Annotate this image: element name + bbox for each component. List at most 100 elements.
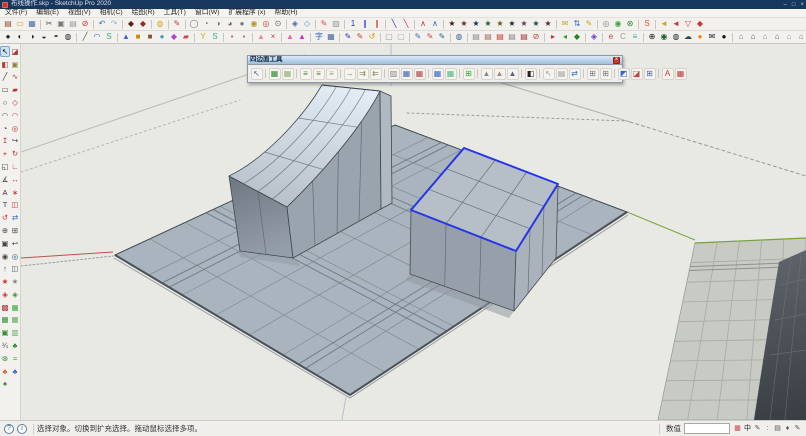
- pencil-red-2[interactable]: ✎: [355, 32, 366, 43]
- ime-pen[interactable]: ✎: [753, 424, 762, 434]
- doc-5[interactable]: ▤: [519, 32, 530, 43]
- dot-orange[interactable]: ●: [695, 32, 706, 43]
- qft-grid-b[interactable]: ⊞: [600, 68, 612, 80]
- previous-view-tool[interactable]: ↩: [10, 238, 20, 249]
- axes-tool[interactable]: ∗: [10, 187, 20, 198]
- window-control-button[interactable]: ×: [800, 2, 804, 8]
- purple-gem[interactable]: ◈: [589, 32, 600, 43]
- y-tool[interactable]: Y: [198, 32, 209, 43]
- open-file[interactable]: ▭: [15, 19, 26, 30]
- ime-punct[interactable]: :: [763, 424, 772, 434]
- info-black[interactable]: ●: [719, 32, 730, 43]
- paint-bucket[interactable]: ◧: [0, 59, 10, 70]
- text-tool[interactable]: A: [0, 187, 10, 198]
- solid-3[interactable]: ■: [145, 32, 156, 43]
- solid-6[interactable]: ▰: [181, 32, 192, 43]
- solid-2[interactable]: ■: [133, 32, 144, 43]
- orbit-tool[interactable]: ↺: [0, 212, 10, 223]
- yellow-pack[interactable]: ✉: [560, 19, 571, 30]
- plugin-brush-3[interactable]: ★: [471, 19, 482, 30]
- ime-chinese-indicator[interactable]: 中: [743, 424, 752, 434]
- window-control-button[interactable]: □: [792, 2, 796, 8]
- ime-settings[interactable]: ✎: [793, 424, 802, 434]
- flag-red[interactable]: ▽: [683, 19, 694, 30]
- ime-keyboard[interactable]: ▤: [773, 424, 782, 434]
- gear-dark[interactable]: ◍: [671, 32, 682, 43]
- modeling-tool-1[interactable]: ◯: [189, 19, 200, 30]
- rotated-rectangle-tool[interactable]: ▰: [10, 84, 20, 95]
- qft-clipboard[interactable]: ▤: [556, 68, 568, 80]
- help-icon[interactable]: ?: [4, 424, 14, 434]
- divide-3[interactable]: ∥: [372, 19, 383, 30]
- building-4[interactable]: ⌂: [772, 32, 783, 43]
- landscape-grid-4[interactable]: ▥: [10, 328, 20, 339]
- zoom-tool[interactable]: ⊕: [0, 225, 10, 236]
- gem-red[interactable]: ◆: [695, 19, 706, 30]
- modeling-tool-2[interactable]: ◔: [201, 19, 212, 30]
- nudge-left-yellow[interactable]: ◄: [659, 19, 670, 30]
- landscape-grid-1[interactable]: ▦: [0, 315, 10, 326]
- tri-red-small[interactable]: ▸: [548, 32, 559, 43]
- paste[interactable]: ▤: [68, 19, 79, 30]
- ime-lang-flag[interactable]: ▦: [733, 424, 742, 434]
- scale-tool[interactable]: ◱: [0, 161, 10, 172]
- tri-green-small[interactable]: ◂: [560, 32, 571, 43]
- redo[interactable]: ↷: [109, 19, 120, 30]
- rotate-tool[interactable]: ↻: [10, 148, 20, 159]
- doc-6[interactable]: ⊘: [531, 32, 542, 43]
- plugin-brush-5[interactable]: ★: [495, 19, 506, 30]
- modeling-tool-3[interactable]: ◑: [213, 19, 224, 30]
- plugin-dark-2[interactable]: ◆: [138, 19, 149, 30]
- plugin-brush-1[interactable]: ★: [447, 19, 458, 30]
- modeling-tool-5[interactable]: ●: [237, 19, 248, 30]
- menu-item[interactable]: 绘图(R): [132, 10, 155, 17]
- qft-grid-minus[interactable]: ▦: [282, 68, 294, 80]
- geolocation-icon[interactable]: i: [17, 424, 27, 434]
- cloud-dark[interactable]: ☁: [683, 32, 694, 43]
- qft-grow-ring[interactable]: ⇉: [357, 68, 369, 80]
- building-1[interactable]: ⌂: [736, 32, 747, 43]
- tape-measure-tool[interactable]: ∟: [10, 161, 20, 172]
- undo-orange[interactable]: ↺: [367, 32, 378, 43]
- menu-item[interactable]: 相机(C): [100, 10, 123, 17]
- globe[interactable]: ◍: [454, 32, 465, 43]
- zoom-extents-tool[interactable]: ▣: [0, 238, 10, 249]
- protractor-tool[interactable]: ∡: [0, 174, 10, 185]
- tree-large[interactable]: ♠: [0, 379, 10, 390]
- offset-tool[interactable]: ◎: [10, 123, 20, 134]
- qft-select[interactable]: ↖: [251, 68, 263, 80]
- tri-magenta[interactable]: ▲: [297, 32, 308, 43]
- make-component[interactable]: ▣: [10, 59, 20, 70]
- view-1[interactable]: ●: [3, 32, 14, 43]
- blank-2[interactable]: ▢: [396, 32, 407, 43]
- modeling-tool-8[interactable]: ⊙: [273, 19, 284, 30]
- qft-connected-mesh[interactable]: ▦: [432, 68, 444, 80]
- rectangle-tool[interactable]: ▭: [0, 84, 10, 95]
- qft-convert-tris[interactable]: ▦: [414, 68, 426, 80]
- close-icon[interactable]: x: [613, 57, 620, 64]
- flower-blue[interactable]: ♣: [10, 366, 20, 377]
- gray-gem[interactable]: ◇: [302, 19, 313, 30]
- line-tool[interactable]: ╱: [0, 72, 10, 83]
- fraction-tool[interactable]: ¾: [0, 340, 10, 351]
- view-6[interactable]: ◍: [63, 32, 74, 43]
- curve-blue[interactable]: ∧: [430, 19, 441, 30]
- modeling-tool-6[interactable]: ◉: [249, 19, 260, 30]
- paint-tool[interactable]: ◍: [155, 19, 166, 30]
- circle-green-dark[interactable]: ◉: [659, 32, 670, 43]
- menu-item[interactable]: 帮助(H): [275, 10, 298, 17]
- plugin-grid-red[interactable]: ▩: [0, 302, 10, 313]
- solid-5[interactable]: ◆: [169, 32, 180, 43]
- 3d-text-tool[interactable]: T: [0, 200, 10, 211]
- follow-me-tool[interactable]: ↪: [10, 136, 20, 147]
- building-2[interactable]: ⌂: [748, 32, 759, 43]
- zoom-window-tool[interactable]: ⊞: [10, 225, 20, 236]
- sandbox-tool[interactable]: ⊛: [0, 353, 10, 364]
- curve-red[interactable]: ∧: [418, 19, 429, 30]
- qft-smooth-2[interactable]: ▲: [494, 68, 506, 80]
- cut[interactable]: ✂: [44, 19, 55, 30]
- ime-tool[interactable]: ♦: [783, 424, 792, 434]
- building-3[interactable]: ⌂: [760, 32, 771, 43]
- pan-tool[interactable]: ⇄: [10, 212, 20, 223]
- view-5[interactable]: ◓: [51, 32, 62, 43]
